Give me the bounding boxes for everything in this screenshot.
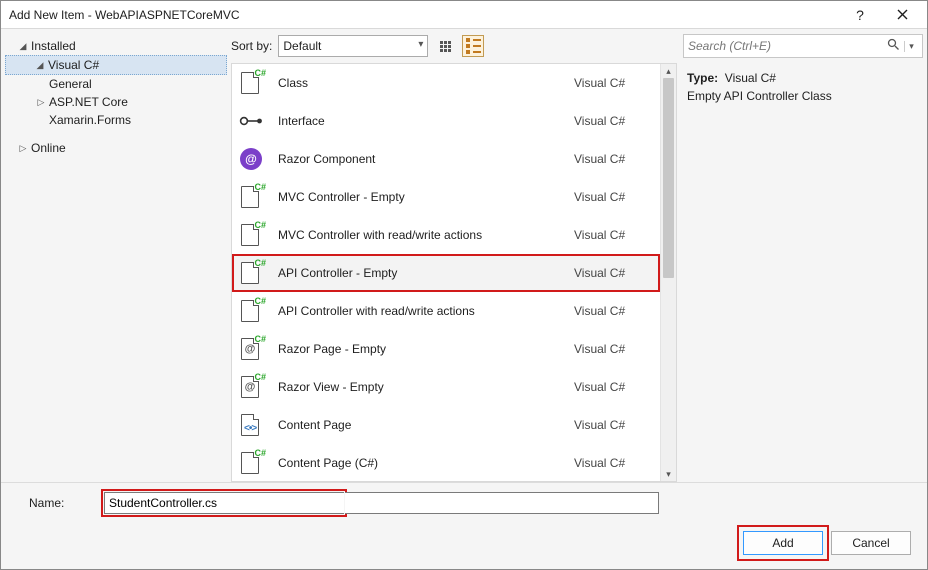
tree-visual-csharp[interactable]: ◢ Visual C# (5, 55, 227, 75)
tree-label: Installed (31, 39, 76, 53)
controller-icon: C# (238, 260, 264, 286)
template-row-class[interactable]: C# Class Visual C# (232, 64, 660, 102)
template-name: Razor View - Empty (270, 380, 574, 394)
tree-aspnet-core[interactable]: ▷ ASP.NET Core (5, 93, 227, 111)
template-lang: Visual C# (574, 76, 652, 90)
add-button[interactable]: Add (743, 531, 823, 555)
template-row-mvc-empty[interactable]: C# MVC Controller - Empty Visual C# (232, 178, 660, 216)
chevron-down-icon: ▾ (418, 39, 423, 50)
template-lang: Visual C# (574, 418, 652, 432)
add-new-item-dialog: Add New Item - WebAPIASPNETCoreMVC ? ◢ I… (0, 0, 928, 570)
content-page-icon: <•> (238, 412, 264, 438)
template-row-api-rw[interactable]: C# API Controller with read/write action… (232, 292, 660, 330)
expander-collapsed-icon: ◢ (34, 60, 46, 71)
list-icon (466, 38, 481, 54)
template-info-pane: Type: Visual C# Empty API Controller Cla… (677, 63, 927, 482)
tree-label: ASP.NET Core (49, 95, 128, 109)
tree-online[interactable]: ▷ Online (5, 139, 227, 157)
name-highlight (101, 489, 347, 517)
titlebar: Add New Item - WebAPIASPNETCoreMVC ? (1, 1, 927, 29)
template-row-interface[interactable]: Interface Visual C# (232, 102, 660, 140)
template-row-razor-component[interactable]: @ Razor Component Visual C# (232, 140, 660, 178)
template-row-content-page[interactable]: <•> Content Page Visual C# (232, 406, 660, 444)
name-field-label: Name: (11, 496, 91, 510)
tree-installed[interactable]: ◢ Installed (5, 37, 227, 55)
search-dropdown-icon[interactable]: ▾ (904, 41, 918, 52)
view-grid-button[interactable] (434, 35, 456, 57)
template-name: MVC Controller with read/write actions (270, 228, 574, 242)
controller-icon: C# (238, 222, 264, 248)
template-row-razor-page[interactable]: @C# Razor Page - Empty Visual C# (232, 330, 660, 368)
tree-label: Xamarin.Forms (49, 113, 131, 127)
scroll-up-icon[interactable]: ▴ (661, 64, 676, 78)
tree-label: Online (31, 141, 66, 155)
template-name: Content Page (270, 418, 574, 432)
expander-icon: ▷ (17, 143, 29, 154)
template-name: API Controller - Empty (270, 266, 574, 280)
expander-collapsed-icon: ◢ (17, 41, 29, 52)
template-lang: Visual C# (574, 456, 652, 470)
toolbar: Sort by: Default ▾ Search (231, 29, 927, 63)
razor-page-icon: @C# (238, 336, 264, 362)
info-type-value: Visual C# (725, 71, 776, 85)
sort-by-select[interactable]: Default ▾ (278, 35, 428, 57)
search-placeholder: Search (Ctrl+E) (688, 39, 771, 53)
controller-icon: C# (238, 184, 264, 210)
button-label: Cancel (852, 536, 889, 550)
window-title: Add New Item - WebAPIASPNETCoreMVC (9, 8, 839, 22)
info-type-label: Type: (687, 71, 718, 85)
template-name: Class (270, 76, 574, 90)
tree-general[interactable]: General (5, 75, 227, 93)
template-list: C# Class Visual C# Interface Visual C# (231, 63, 677, 482)
sort-by-label: Sort by: (231, 39, 272, 53)
category-tree: ◢ Installed ◢ Visual C# General ▷ ASP.NE… (1, 29, 231, 482)
razor-view-icon: @C# (238, 374, 264, 400)
name-input[interactable] (104, 492, 344, 514)
template-row-content-page-cs[interactable]: C# Content Page (C#) Visual C# (232, 444, 660, 481)
search-icon (887, 38, 900, 54)
template-name: Razor Component (270, 152, 574, 166)
search-input[interactable]: Search (Ctrl+E) ▾ (683, 34, 923, 58)
controller-icon: C# (238, 298, 264, 324)
name-input-extension[interactable] (345, 492, 659, 514)
dialog-footer: Name: Add Cancel (1, 482, 927, 569)
button-label: Add (772, 536, 793, 550)
class-icon: C# (238, 70, 264, 96)
template-row-mvc-rw[interactable]: C# MVC Controller with read/write action… (232, 216, 660, 254)
template-lang: Visual C# (574, 266, 652, 280)
tree-xamarin-forms[interactable]: Xamarin.Forms (5, 111, 227, 129)
close-button[interactable] (881, 1, 923, 29)
info-description: Empty API Controller Class (687, 89, 917, 103)
cancel-button[interactable]: Cancel (831, 531, 911, 555)
template-lang: Visual C# (574, 114, 652, 128)
expander-icon: ▷ (35, 97, 47, 108)
template-name: MVC Controller - Empty (270, 190, 574, 204)
template-lang: Visual C# (574, 304, 652, 318)
template-lang: Visual C# (574, 228, 652, 242)
scrollbar-thumb[interactable] (663, 78, 674, 278)
template-row-api-empty[interactable]: C# API Controller - Empty Visual C# (232, 254, 660, 292)
scroll-down-icon[interactable]: ▾ (661, 467, 676, 481)
tree-label: Visual C# (48, 58, 99, 72)
razor-component-icon: @ (238, 146, 264, 172)
view-list-button[interactable] (462, 35, 484, 57)
template-lang: Visual C# (574, 342, 652, 356)
template-lang: Visual C# (574, 380, 652, 394)
template-name: Interface (270, 114, 574, 128)
interface-icon (238, 114, 264, 128)
tree-label: General (49, 77, 92, 91)
sort-value: Default (283, 39, 321, 53)
template-name: Content Page (C#) (270, 456, 574, 470)
template-row-razor-view[interactable]: @C# Razor View - Empty Visual C# (232, 368, 660, 406)
grid-icon (440, 41, 451, 52)
template-lang: Visual C# (574, 190, 652, 204)
content-page-cs-icon: C# (238, 450, 264, 476)
template-name: API Controller with read/write actions (270, 304, 574, 318)
help-button[interactable]: ? (839, 1, 881, 29)
vertical-scrollbar[interactable]: ▴ ▾ (660, 64, 676, 481)
template-name: Razor Page - Empty (270, 342, 574, 356)
template-lang: Visual C# (574, 152, 652, 166)
